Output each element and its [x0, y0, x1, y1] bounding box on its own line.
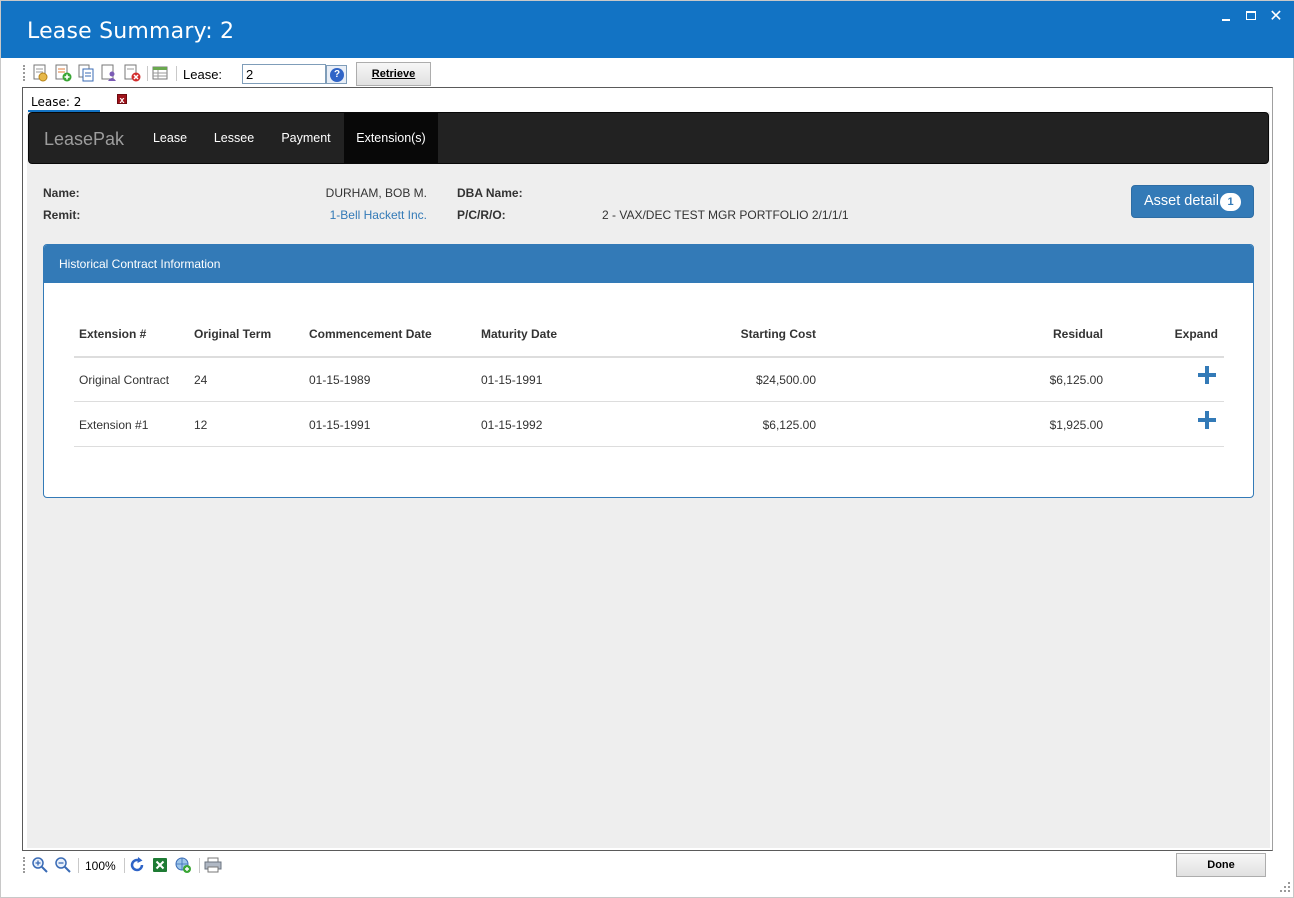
toolbar-separator — [147, 66, 148, 81]
help-icon: ? — [330, 68, 344, 82]
web-export-icon[interactable] — [174, 856, 192, 874]
cell-maturity-date: 01-15-1992 — [481, 418, 543, 432]
cell-residual: $1,925.00 — [1049, 418, 1103, 432]
doc-tab-lease[interactable]: Lease: 2 — [28, 94, 129, 112]
toolbar-grip[interactable] — [23, 65, 25, 81]
column-header-residual: Residual — [1052, 327, 1103, 341]
cell-original-term: 24 — [194, 373, 208, 387]
zoom-in-icon[interactable] — [31, 856, 49, 874]
column-header-extension: Extension # — [79, 327, 147, 341]
cell-extension: Extension #1 — [79, 418, 149, 432]
asset-detail-label: Asset detail — [1144, 193, 1219, 209]
cell-maturity-date: 01-15-1991 — [481, 373, 543, 387]
delete-document-icon[interactable] — [123, 64, 141, 82]
expand-plus-icon[interactable] — [1198, 366, 1216, 384]
add-document-icon[interactable] — [54, 64, 72, 82]
table-header-rule — [74, 356, 1224, 358]
column-header-maturity-date: Maturity Date — [481, 327, 558, 341]
copy-document-icon[interactable] — [77, 64, 95, 82]
panel-heading: Historical Contract Information — [44, 245, 1253, 283]
column-header-expand: Expand — [1174, 327, 1218, 341]
name-value: DURHAM, BOB M. — [325, 186, 427, 200]
dba-name-label: DBA Name: — [457, 186, 523, 200]
asset-count-badge: 1 — [1220, 193, 1241, 211]
maximize-icon[interactable] — [1241, 7, 1261, 27]
column-header-original-term: Original Term — [194, 327, 272, 341]
status-bar: 100% Done — [21, 852, 1273, 878]
toolbar-separator — [176, 66, 177, 81]
retrieve-button-label: Retrieve — [371, 68, 416, 80]
cell-commencement-date: 01-15-1991 — [309, 418, 371, 432]
name-label: Name: — [43, 186, 80, 200]
minimize-icon[interactable] — [1216, 7, 1236, 27]
statusbar-separator — [124, 858, 125, 873]
print-icon[interactable] — [204, 856, 222, 874]
column-header-commencement-date: Commencement Date — [309, 327, 432, 341]
asset-detail-button[interactable]: Asset detail 1 — [1131, 185, 1254, 218]
title-bar: Lease Summary: 2 ✕ — [1, 1, 1294, 58]
lease-help-button[interactable]: ? — [326, 65, 347, 84]
pcro-label: P/C/R/O: — [457, 208, 506, 222]
excel-export-icon[interactable] — [151, 856, 169, 874]
zoom-level: 100% — [85, 859, 116, 873]
user-document-icon[interactable] — [100, 64, 118, 82]
lease-summary-window: Lease Summary: 2 ✕ Lease: 2 ? Retrieve L… — [0, 0, 1294, 898]
cell-starting-cost: $24,500.00 — [755, 373, 816, 387]
pcro-value: 2 - VAX/DEC TEST MGR PORTFOLIO 2/1/1/1 — [602, 208, 849, 222]
nav-item-lease[interactable]: Lease — [139, 113, 201, 163]
column-header-starting-cost: Starting Cost — [740, 327, 816, 341]
grid-report-icon[interactable] — [152, 64, 170, 82]
nav-item-payment[interactable]: Payment — [267, 113, 345, 163]
row-divider — [74, 401, 1224, 402]
statusbar-separator — [78, 858, 79, 873]
document-frame: Lease: 2 x LeasePak Lease Lessee Payment… — [22, 87, 1273, 851]
cell-commencement-date: 01-15-1989 — [309, 373, 371, 387]
lease-label: Lease: — [183, 67, 223, 82]
done-button[interactable]: Done — [1176, 853, 1266, 877]
row-divider — [74, 446, 1224, 447]
tab-close-icon[interactable]: x — [117, 94, 127, 105]
remit-label: Remit: — [43, 208, 81, 222]
historical-contract-panel: Historical Contract Information Extensio… — [43, 244, 1254, 498]
report-content: LeasePak Lease Lessee Payment Extension(… — [27, 112, 1270, 848]
main-toolbar: Lease: ? Retrieve — [21, 60, 1273, 87]
cell-original-term: 12 — [194, 418, 208, 432]
doc-tab-label: Lease: 2 — [31, 95, 82, 109]
resize-grip-icon[interactable] — [1279, 881, 1291, 893]
nav-item-lessee[interactable]: Lessee — [201, 113, 267, 163]
cell-residual: $6,125.00 — [1049, 373, 1103, 387]
panel-title: Historical Contract Information — [59, 257, 221, 271]
navbar: LeasePak Lease Lessee Payment Extension(… — [28, 112, 1269, 164]
lease-number-input[interactable] — [242, 64, 326, 84]
cell-starting-cost: $6,125.00 — [762, 418, 816, 432]
expand-plus-icon[interactable] — [1198, 411, 1216, 429]
remit-link[interactable]: 1-Bell Hackett Inc. — [227, 208, 427, 222]
cell-extension: Original Contract — [79, 373, 170, 387]
nav-item-extensions[interactable]: Extension(s) — [344, 113, 438, 163]
retrieve-button[interactable]: Retrieve — [356, 62, 431, 86]
zoom-out-icon[interactable] — [54, 856, 72, 874]
new-document-icon[interactable] — [31, 64, 49, 82]
refresh-icon[interactable] — [128, 856, 146, 874]
window-title: Lease Summary: 2 — [27, 19, 235, 44]
close-icon[interactable]: ✕ — [1266, 7, 1286, 27]
statusbar-separator — [199, 858, 200, 873]
brand-logo[interactable]: LeasePak — [44, 129, 124, 150]
statusbar-grip[interactable] — [23, 857, 25, 873]
